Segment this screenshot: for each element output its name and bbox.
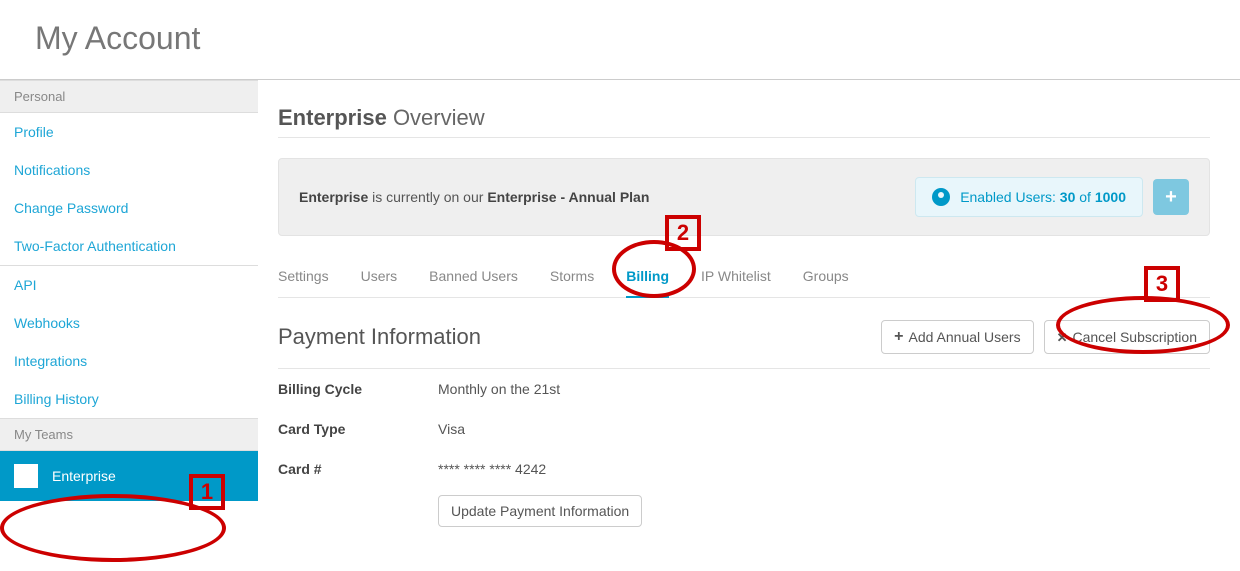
tab-ip-whitelist[interactable]: IP Whitelist xyxy=(701,258,771,297)
plus-icon xyxy=(894,328,903,346)
tab-groups[interactable]: Groups xyxy=(803,258,849,297)
main-content: Enterprise Overview Enterprise is curren… xyxy=(258,80,1240,570)
tab-storms[interactable]: Storms xyxy=(550,258,594,297)
sidebar-item-billing-history[interactable]: Billing History xyxy=(0,380,258,418)
update-payment-button[interactable]: Update Payment Information xyxy=(438,495,642,527)
info-label-billing-cycle: Billing Cycle xyxy=(278,381,438,397)
tabs: Settings Users Banned Users Storms Billi… xyxy=(278,236,1210,298)
tab-banned-users[interactable]: Banned Users xyxy=(429,258,518,297)
info-value-card-type: Visa xyxy=(438,421,465,437)
user-icon xyxy=(932,188,950,206)
add-annual-users-button[interactable]: Add Annual Users xyxy=(881,320,1033,354)
cancel-subscription-label: Cancel Subscription xyxy=(1072,329,1197,345)
sidebar: Personal Profile Notifications Change Pa… xyxy=(0,80,258,570)
enabled-users-pill[interactable]: Enabled Users: 30 of 1000 xyxy=(915,177,1143,217)
team-icon xyxy=(14,464,38,488)
table-row: Card # **** **** **** 4242 xyxy=(278,449,1210,489)
plus-icon: + xyxy=(1165,186,1177,209)
sidebar-group-personal: Personal xyxy=(0,80,258,113)
info-label-card-type: Card Type xyxy=(278,421,438,437)
cancel-subscription-button[interactable]: Cancel Subscription xyxy=(1044,320,1210,354)
plan-banner: Enterprise is currently on our Enterpris… xyxy=(278,158,1210,236)
sidebar-item-profile[interactable]: Profile xyxy=(0,113,258,151)
sidebar-item-notifications[interactable]: Notifications xyxy=(0,151,258,189)
sidebar-item-two-factor[interactable]: Two-Factor Authentication xyxy=(0,227,258,265)
page-header: My Account xyxy=(0,0,1240,80)
sidebar-item-webhooks[interactable]: Webhooks xyxy=(0,304,258,342)
tab-settings[interactable]: Settings xyxy=(278,258,329,297)
info-value-card-number: **** **** **** 4242 xyxy=(438,461,546,477)
table-row: Card Type Visa xyxy=(278,409,1210,449)
close-icon xyxy=(1057,329,1068,346)
sidebar-item-api[interactable]: API xyxy=(0,266,258,304)
add-annual-users-label: Add Annual Users xyxy=(909,329,1021,345)
overview-title: Enterprise Overview xyxy=(278,105,1210,138)
plan-name: Enterprise xyxy=(299,189,368,205)
info-label-card-number: Card # xyxy=(278,461,438,477)
add-users-icon-button[interactable]: + xyxy=(1153,179,1189,215)
sidebar-item-integrations[interactable]: Integrations xyxy=(0,342,258,380)
table-row: Billing Cycle Monthly on the 21st xyxy=(278,369,1210,409)
sidebar-group-my-teams: My Teams xyxy=(0,418,258,451)
payment-info-table: Billing Cycle Monthly on the 21st Card T… xyxy=(278,368,1210,527)
plan-banner-text: Enterprise is currently on our Enterpris… xyxy=(299,189,649,205)
sidebar-item-enterprise[interactable]: Enterprise xyxy=(0,451,258,501)
page-title: My Account xyxy=(35,20,1205,57)
tab-billing[interactable]: Billing xyxy=(626,258,669,298)
overview-title-strong: Enterprise xyxy=(278,105,387,130)
section-title-payment: Payment Information xyxy=(278,324,481,350)
info-value-billing-cycle: Monthly on the 21st xyxy=(438,381,560,397)
plan-type: Enterprise - Annual Plan xyxy=(487,189,649,205)
sidebar-item-label: Enterprise xyxy=(52,468,116,484)
enabled-users-text: Enabled Users: 30 of 1000 xyxy=(960,189,1126,205)
sidebar-item-change-password[interactable]: Change Password xyxy=(0,189,258,227)
plan-mid: is currently on our xyxy=(368,189,487,205)
overview-title-rest: Overview xyxy=(387,105,485,130)
tab-users[interactable]: Users xyxy=(361,258,398,297)
